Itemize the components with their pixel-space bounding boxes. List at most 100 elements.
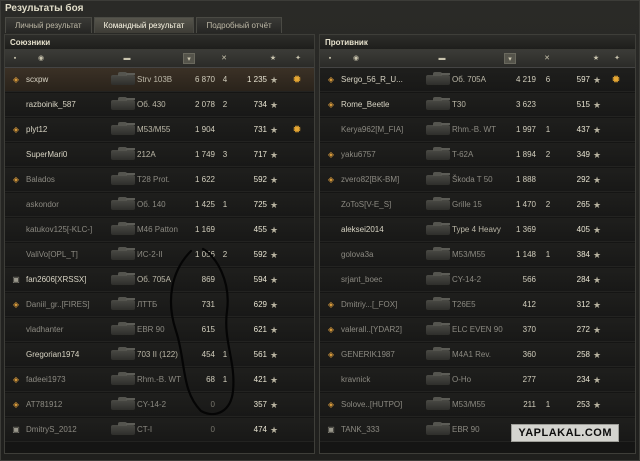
player-name[interactable]: kravnick <box>341 368 425 392</box>
player-row[interactable]: Kerya962[M_FIA] Rhm.-B. WT 1 997 1 437 ★ <box>320 118 635 142</box>
row-icon <box>324 118 338 142</box>
tank-name: EBR 90 <box>137 325 165 334</box>
window-title: Результаты боя <box>5 3 84 14</box>
star-icon: ★ <box>592 175 602 185</box>
player-row[interactable]: askondor Об. 140 1 425 1 725 ★ <box>5 193 314 217</box>
tank-icon[interactable]: ▬ <box>432 53 452 64</box>
player-name[interactable]: yaku6757 <box>341 143 425 167</box>
player-name[interactable]: fan2606[XRSSX] <box>26 268 110 292</box>
player-name[interactable]: Gregorian1974 <box>26 343 110 367</box>
allies-panel: Союзники ▪ ◉ ▾ ▬ ✕ ★ ✦ ◈ scxpw Strv 103B 6 … <box>4 34 315 454</box>
platoon-icon[interactable]: ▪ <box>324 53 336 64</box>
player-row[interactable]: ◈ fadeei1973 Rhm.-B. WT 68 1 421 ★ <box>5 368 314 392</box>
player-row[interactable]: srjant_boec CY-14-2 566 284 ★ <box>320 268 635 292</box>
player-row[interactable]: ◈ yaku6757 T-62A 1 894 2 349 ★ <box>320 143 635 167</box>
player-name[interactable]: Kerya962[M_FIA] <box>341 118 425 142</box>
star-icon: ★ <box>269 425 279 435</box>
tank-icon[interactable]: ▬ <box>117 53 137 64</box>
xp-value: 1 235 <box>246 75 267 84</box>
player-name[interactable]: AT781912 <box>26 393 110 417</box>
damage-value: 6 870 <box>194 75 215 84</box>
player-name[interactable]: Solove..[HUTPO] <box>341 393 425 417</box>
player-row[interactable]: kravnick O-Ho 277 234 ★ <box>320 368 635 392</box>
star-icon: ★ <box>269 225 279 235</box>
tank-icon <box>111 243 135 267</box>
player-name[interactable]: SuperMari0 <box>26 143 110 167</box>
player-name[interactable]: zvero82[BK-BM] <box>341 168 425 192</box>
tab-team-result[interactable]: Командный результат <box>93 17 195 33</box>
player-row[interactable]: ValiVo[OPL_T] ИС-2-II 1 056 2 592 ★ <box>5 243 314 267</box>
player-name[interactable]: DmitryS_2012 <box>26 418 110 442</box>
player-name[interactable]: scxpw <box>26 68 110 92</box>
player-name[interactable]: GENERIK1987 <box>341 343 425 367</box>
player-row[interactable]: ◈ valerall..[YDAR2] ELC EVEN 90 370 272 ★ <box>320 318 635 342</box>
player-name[interactable]: ZoToS[V-E_S] <box>341 193 425 217</box>
player-row[interactable]: ◈ Sergo_56_R_U... Об. 705А 4 219 6 597 ★ ✹ <box>320 68 635 92</box>
player-name[interactable]: valerall..[YDAR2] <box>341 318 425 342</box>
medal-icon[interactable]: ✦ <box>610 53 624 64</box>
tab-personal-result[interactable]: Личный результат <box>5 17 92 33</box>
enemies-header-row: ▪ ◉ ▾ ▬ ✕ ★ ✦ <box>320 50 635 68</box>
player-row[interactable]: ◈ GENERIK1987 M4A1 Rev. 360 258 ★ <box>320 343 635 367</box>
star-icon: ★ <box>592 200 602 210</box>
tank-name: Rhm.-B. WT <box>452 125 496 134</box>
player-row[interactable]: ◈ zvero82[BK-BM] Škoda T 50 1 888 292 ★ <box>320 168 635 192</box>
medal-icon[interactable]: ✹ <box>289 118 305 142</box>
clan-icon: ◈ <box>12 400 20 409</box>
tank-icon <box>111 293 135 317</box>
clan-icon: ◈ <box>12 300 20 309</box>
player-name[interactable]: Balados <box>26 168 110 192</box>
player-row[interactable]: ◈ Daniil_gr..[FIRES] ЛТТБ 731 629 ★ <box>5 293 314 317</box>
player-name[interactable]: Sergo_56_R_U... <box>341 68 425 92</box>
player-name[interactable]: ValiVo[OPL_T] <box>26 243 110 267</box>
frags-value <box>219 418 231 442</box>
player-row[interactable]: Gregorian1974 703 II (122) 454 1 561 ★ <box>5 343 314 367</box>
player-name[interactable]: plyt12 <box>26 118 110 142</box>
player-name[interactable]: askondor <box>26 193 110 217</box>
player-row[interactable]: SuperMari0 212A 1 749 3 717 ★ <box>5 143 314 167</box>
player-name[interactable]: srjant_boec <box>341 268 425 292</box>
player-row[interactable]: ▣ fan2606[XRSSX] Об. 705А 869 594 ★ <box>5 268 314 292</box>
player-row[interactable]: ◈ Balados T28 Prot. 1 622 592 ★ <box>5 168 314 192</box>
xp-value: 592 <box>253 250 267 259</box>
player-icon[interactable]: ◉ <box>35 53 47 64</box>
platoon-icon: ▣ <box>327 425 335 434</box>
player-row[interactable]: aleksei2014 Type 4 Heavy 1 369 405 ★ <box>320 218 635 242</box>
xp-value: 357 <box>253 400 267 409</box>
player-row[interactable]: razboinik_587 Об. 430 2 078 2 734 ★ <box>5 93 314 117</box>
damage-sort-icon[interactable]: ▾ <box>183 53 195 64</box>
frags-icon[interactable]: ✕ <box>540 53 554 64</box>
medal-icon[interactable]: ✹ <box>608 68 624 92</box>
medal-icon[interactable]: ✹ <box>289 68 305 92</box>
xp-icon[interactable]: ★ <box>267 53 279 64</box>
player-row[interactable]: ◈ Solove..[HUTPO] M53/M55 211 1 253 ★ <box>320 393 635 417</box>
player-row[interactable]: golova3a M53/M55 1 148 1 384 ★ <box>320 243 635 267</box>
player-name[interactable]: Rome_Beetle <box>341 93 425 117</box>
tab-detailed-report[interactable]: Подробный отчёт <box>196 17 282 33</box>
player-icon[interactable]: ◉ <box>350 53 362 64</box>
player-name[interactable]: Dmitriy...[_FOX] <box>341 293 425 317</box>
damage-sort-icon[interactable]: ▾ <box>504 53 516 64</box>
medal-icon[interactable]: ✦ <box>291 53 305 64</box>
player-name[interactable]: fadeei1973 <box>26 368 110 392</box>
player-row[interactable]: katukov125[-KLC-] M46 Patton 1 169 455 ★ <box>5 218 314 242</box>
player-name[interactable]: Daniil_gr..[FIRES] <box>26 293 110 317</box>
player-name[interactable]: vladhanter <box>26 318 110 342</box>
player-row[interactable]: ▣ DmitryS_2012 CT-I 0 474 ★ <box>5 418 314 442</box>
player-name[interactable]: golova3a <box>341 243 425 267</box>
frags-icon[interactable]: ✕ <box>217 53 231 64</box>
player-row[interactable]: vladhanter EBR 90 615 621 ★ <box>5 318 314 342</box>
player-row[interactable]: ◈ AT781912 CY-14-2 0 357 ★ <box>5 393 314 417</box>
player-name[interactable]: aleksei2014 <box>341 218 425 242</box>
player-name[interactable]: razboinik_587 <box>26 93 110 117</box>
player-name[interactable]: katukov125[-KLC-] <box>26 218 110 242</box>
player-row[interactable]: ◈ Dmitriy...[_FOX] T26E5 412 312 ★ <box>320 293 635 317</box>
player-row[interactable]: ◈ plyt12 M53/M55 1 904 731 ★ ✹ <box>5 118 314 142</box>
player-row[interactable]: ◈ Rome_Beetle T30 3 623 515 ★ <box>320 93 635 117</box>
player-row[interactable]: ◈ scxpw Strv 103B 6 870 4 1 235 ★ ✹ <box>5 68 314 92</box>
frags-value <box>219 293 231 317</box>
platoon-icon[interactable]: ▪ <box>9 53 21 64</box>
player-name[interactable]: TANK_333 <box>341 418 425 442</box>
player-row[interactable]: ZoToS[V-E_S] Grille 15 1 470 2 265 ★ <box>320 193 635 217</box>
xp-icon[interactable]: ★ <box>590 53 602 64</box>
